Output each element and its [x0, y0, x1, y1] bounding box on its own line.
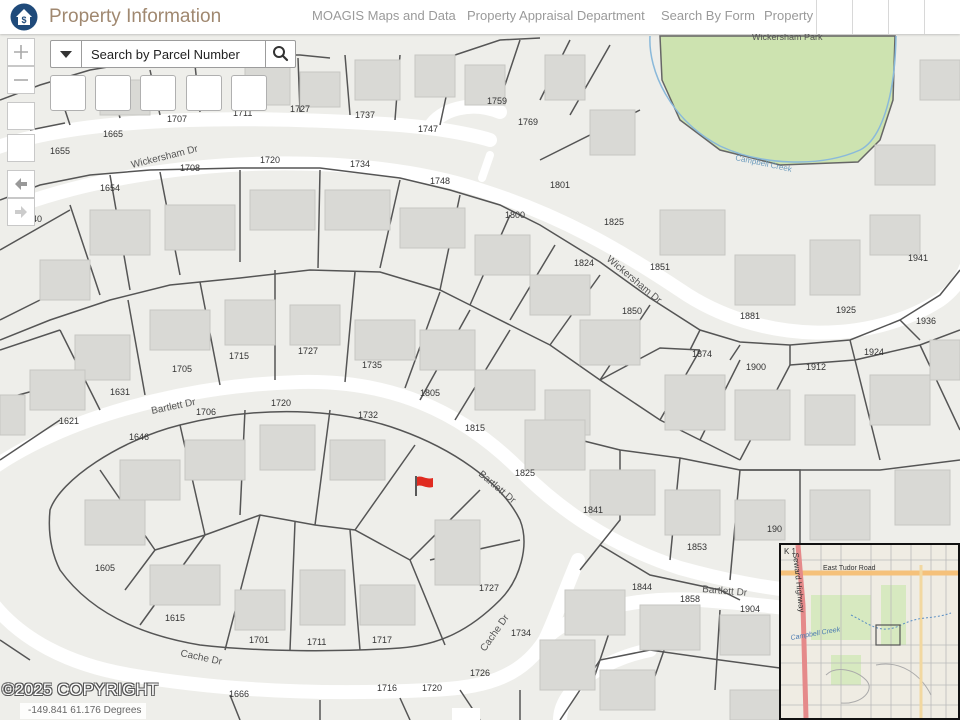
- parcel-number-label: 1924: [864, 347, 884, 357]
- coordinate-readout: -149.841 61.176 Degrees: [20, 703, 146, 719]
- parcel-number-label: 1654: [100, 183, 120, 193]
- parcel-number-label: 1720: [271, 398, 291, 408]
- tool-button-3[interactable]: [140, 75, 176, 111]
- overview-label-k1: K 1: [784, 547, 797, 556]
- zoom-out-button[interactable]: [7, 66, 35, 94]
- header-button-1[interactable]: [816, 0, 852, 34]
- parcel-number-label: 1701: [249, 635, 269, 645]
- parcel-number-label: 1881: [740, 311, 760, 321]
- parcel-search-box: [50, 40, 296, 68]
- parcel-number-label: 1716: [377, 683, 397, 693]
- search-button[interactable]: [265, 41, 295, 67]
- search-icon: [273, 46, 289, 62]
- parcel-number-label: 1655: [50, 146, 70, 156]
- tool-button-1[interactable]: [50, 75, 86, 111]
- parcel-number-label: 1707: [167, 114, 187, 124]
- parcel-number-label: 1734: [511, 628, 531, 638]
- parcel-number-label: 1720: [260, 155, 280, 165]
- header-button-4[interactable]: [924, 0, 960, 34]
- parcel-search-input[interactable]: [82, 41, 267, 67]
- parcel-number-label: 1874: [692, 349, 712, 359]
- parcel-number-label: 1815: [465, 423, 485, 433]
- scale-bar: [452, 708, 480, 720]
- parcel-number-label: 1936: [916, 316, 936, 326]
- parcel-number-label: 1734: [350, 159, 370, 169]
- parcel-number-label: 1858: [680, 594, 700, 604]
- dropdown-triangle-icon: [60, 51, 72, 58]
- parcel-number-label: 1825: [604, 217, 624, 227]
- parcel-number-label: 1747: [418, 124, 438, 134]
- parcel-number-label: 1824: [574, 258, 594, 268]
- parcel-number-label: 1825: [515, 468, 535, 478]
- parcel-number-label: 1850: [622, 306, 642, 316]
- zoom-in-button[interactable]: [7, 38, 35, 66]
- parcel-number-label: 1735: [362, 360, 382, 370]
- parcel-number-label: 1646: [129, 432, 149, 442]
- parcel-number-label: 1805: [420, 388, 440, 398]
- header-button-2[interactable]: [852, 0, 888, 34]
- parcel-number-label: 1715: [229, 351, 249, 361]
- nav-property-appraisal[interactable]: Property Appraisal Department: [467, 8, 645, 23]
- parcel-number-label: 1904: [740, 604, 760, 614]
- parcel-number-label: 1665: [103, 129, 123, 139]
- parcel-number-label: 1708: [180, 163, 200, 173]
- header-button-3[interactable]: [888, 0, 924, 34]
- tool-button-4[interactable]: [186, 75, 222, 111]
- parcel-number-label: 1706: [196, 407, 216, 417]
- map-tool-button-1[interactable]: [7, 102, 35, 130]
- copyright-watermark: ©2025 COPYRIGHT: [2, 680, 159, 699]
- parcel-number-label: 1912: [806, 362, 826, 372]
- parcel-number-label: 1727: [298, 346, 318, 356]
- nav-moagis-maps[interactable]: MOAGIS Maps and Data: [312, 8, 456, 23]
- parcel-number-label: 190: [767, 524, 782, 534]
- parcel-number-label: 1720: [422, 683, 442, 693]
- parcel-number-label: 1853: [687, 542, 707, 552]
- parcel-number-label: 1759: [487, 96, 507, 106]
- next-extent-button[interactable]: [7, 198, 35, 226]
- parcel-number-label: 1941: [908, 253, 928, 263]
- forward-arrow-icon: [15, 206, 27, 218]
- parcel-number-label: 1801: [550, 180, 570, 190]
- parcel-number-label: 1727: [290, 104, 310, 114]
- nav-search-by-form[interactable]: Search By Form: [661, 8, 755, 23]
- parcel-number-label: 1769: [518, 117, 538, 127]
- previous-extent-button[interactable]: [7, 170, 35, 198]
- map-tool-button-2[interactable]: [7, 134, 35, 162]
- app-header: $ Property Information MOAGIS Maps and D…: [0, 0, 960, 34]
- parcel-number-label: 1615: [165, 613, 185, 623]
- parcel-number-label: 1605: [95, 563, 115, 573]
- parcel-number-label: 1727: [479, 583, 499, 593]
- back-arrow-icon: [15, 178, 27, 190]
- parcel-number-label: 1851: [650, 262, 670, 272]
- parcel-number-label: 1737: [355, 110, 375, 120]
- parcel-number-label: 1705: [172, 364, 192, 374]
- overview-label-east-tudor-road: East Tudor Road: [823, 565, 876, 572]
- nav-property-records[interactable]: Property Re: [764, 8, 816, 23]
- svg-text:$: $: [21, 15, 26, 25]
- parcel-number-label: 1844: [632, 582, 652, 592]
- home-dollar-logo[interactable]: $: [10, 3, 38, 31]
- parcel-number-label: 1841: [583, 505, 603, 515]
- zoom-out-icon: [14, 79, 28, 81]
- parcel-number-label: 1925: [836, 305, 856, 315]
- overview-map[interactable]: Seward Highway East Tudor Road Campbell …: [779, 543, 960, 720]
- parcel-number-label: 1800: [505, 210, 525, 220]
- parcel-number-label: 1621: [59, 416, 79, 426]
- parcel-number-label: 1717: [372, 635, 392, 645]
- tool-button-5[interactable]: [231, 75, 267, 111]
- parcel-number-label: 1748: [430, 176, 450, 186]
- app-title: Property Information: [49, 6, 222, 27]
- tool-button-2[interactable]: [95, 75, 131, 111]
- parcel-number-label: 1631: [110, 387, 130, 397]
- parcel-number-label: 1666: [229, 689, 249, 699]
- search-type-dropdown[interactable]: [51, 41, 82, 67]
- parcel-number-label: 1726: [470, 668, 490, 678]
- parcel-number-label: 1732: [358, 410, 378, 420]
- parcel-number-label: 1900: [746, 362, 766, 372]
- zoom-in-icon: [14, 45, 28, 59]
- parcel-number-label: 1711: [307, 637, 326, 647]
